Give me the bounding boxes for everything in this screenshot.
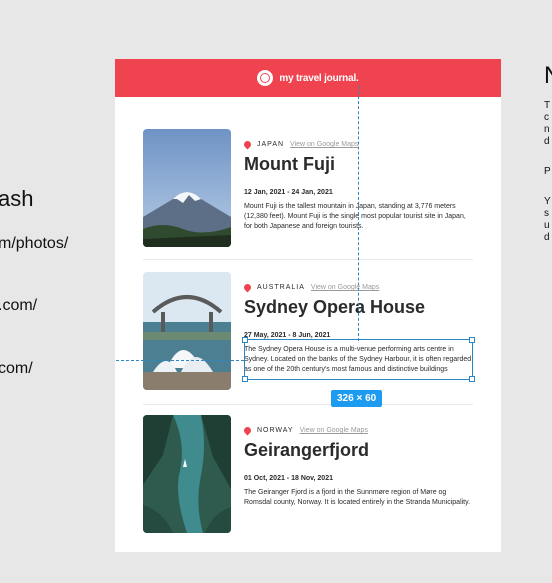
entry-title: Mount Fuji [244, 154, 335, 174]
geirangerfjord-image [143, 415, 231, 533]
brand-name: my travel journal. [279, 72, 359, 84]
divider [143, 404, 473, 405]
google-maps-link[interactable]: View on Google Maps [311, 284, 379, 291]
right-heading-fragment: N [544, 62, 552, 90]
sydney-illustration [143, 272, 231, 390]
location-pin-icon [242, 425, 253, 436]
entry-mount-fuji: JAPAN View on Google Maps Mount Fuji 12 … [143, 129, 483, 247]
resize-handle-top-left[interactable] [242, 337, 248, 343]
right-fragment: c [544, 112, 549, 123]
google-maps-link[interactable]: View on Google Maps [290, 141, 358, 148]
sydney-opera-house-image [143, 272, 231, 390]
entry-dates: 27 May, 2021 - 8 Jun, 2021 [244, 332, 331, 339]
globe-icon [257, 70, 274, 86]
location-pin-icon [242, 282, 253, 293]
mount-fuji-image [143, 129, 231, 247]
entry-title: Geirangerfjord [244, 440, 370, 460]
country-label: JAPAN [257, 141, 285, 148]
left-fragment-4: com/ [0, 360, 33, 377]
right-fragment: n [544, 124, 550, 135]
left-fragment-1: ash [0, 186, 34, 211]
vertical-guide-line [358, 86, 359, 341]
right-fragment: Y [544, 196, 551, 207]
meta-row: AUSTRALIA View on Google Maps [242, 282, 484, 293]
divider [143, 259, 473, 260]
right-fragment: P [544, 166, 551, 177]
left-fragment-2: m/photos/ [0, 235, 69, 252]
location-pin-icon [242, 139, 253, 150]
right-fragment: u [544, 220, 550, 231]
entry-geirangerfjord: NORWAY View on Google Maps Geirangerfjor… [143, 415, 483, 533]
horizontal-guide-line [116, 360, 244, 361]
right-fragment: d [544, 136, 550, 147]
entry-info: JAPAN View on Google Maps Mount Fuji 12 … [242, 129, 484, 232]
right-canvas-text: N T c n d P Y s u d [544, 0, 552, 583]
meta-row: JAPAN View on Google Maps [242, 139, 484, 150]
travel-journal-card: my travel journal. JAPAN View on Google … [115, 59, 501, 552]
right-fragment: T [544, 100, 551, 111]
entry-title: Sydney Opera House [244, 297, 426, 317]
fjord-illustration [143, 415, 231, 533]
mountain-illustration [143, 129, 231, 247]
meta-row: NORWAY View on Google Maps [242, 425, 484, 436]
dimension-badge: 326 × 60 [331, 390, 383, 407]
entry-dates: 12 Jan, 2021 - 24 Jan, 2021 [244, 189, 333, 196]
country-label: AUSTRALIA [257, 284, 305, 291]
right-fragment: s [544, 208, 549, 219]
entry-description: The Geiranger Fjord is a fjord in the Su… [244, 489, 471, 506]
right-fragment: d [544, 232, 550, 243]
country-label: NORWAY [257, 427, 294, 434]
header: my travel journal. [115, 59, 501, 97]
left-fragment-3: .com/ [0, 297, 38, 314]
entry-dates: 01 Oct, 2021 - 18 Nov, 2021 [244, 475, 333, 482]
left-canvas-text: ash m/photos/ .com/ com/ [0, 0, 108, 583]
selection-box[interactable] [242, 337, 475, 382]
entry-info: NORWAY View on Google Maps Geirangerfjor… [242, 415, 484, 508]
resize-handle-top-right[interactable] [469, 337, 475, 343]
resize-handle-bottom-right[interactable] [469, 376, 475, 382]
google-maps-link[interactable]: View on Google Maps [300, 427, 368, 434]
resize-handle-bottom-left[interactable] [242, 376, 248, 382]
